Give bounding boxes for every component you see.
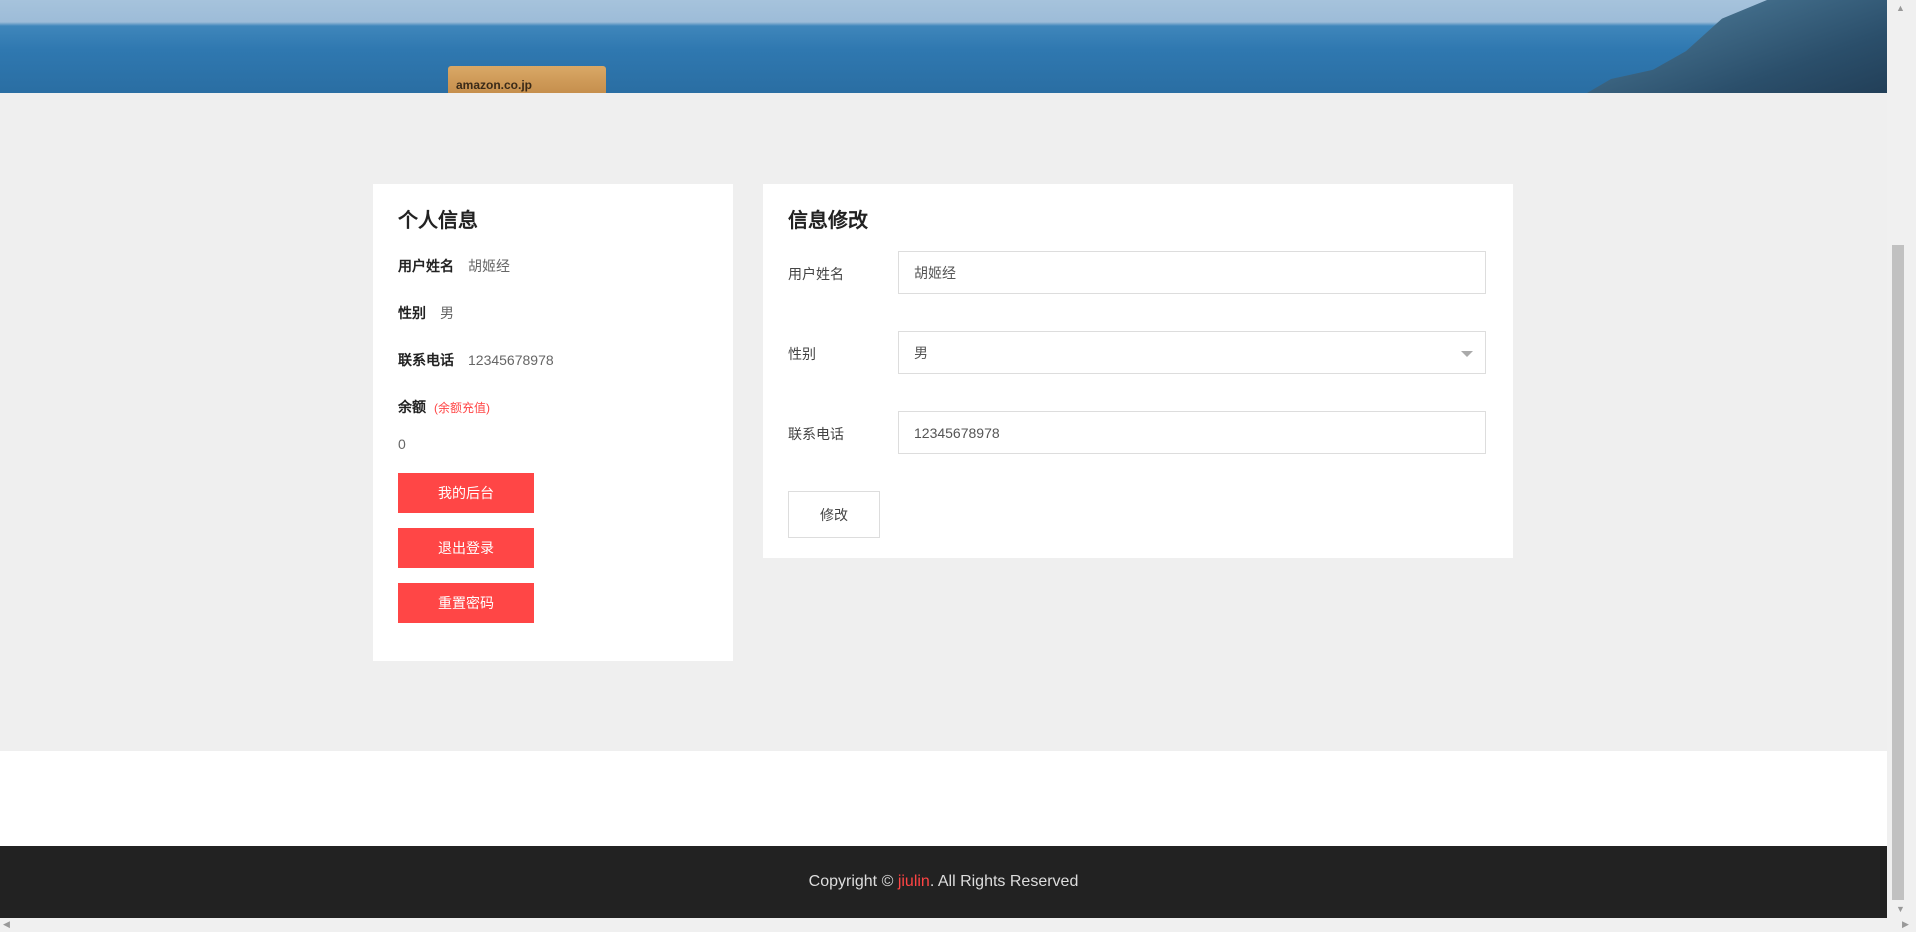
profile-gender-label: 性别 [398, 305, 426, 321]
footer-spacer [0, 751, 1887, 846]
footer-copyright-prefix: Copyright © [808, 873, 894, 890]
edit-username-label: 用户姓名 [788, 266, 844, 282]
profile-balance-label: 余额 [398, 399, 426, 415]
profile-gender-row: 性别男 [398, 303, 454, 323]
reset-password-button[interactable]: 重置密码 [398, 583, 534, 623]
profile-phone-label: 联系电话 [398, 352, 454, 368]
footer-brand-link[interactable]: jiulin [898, 873, 930, 891]
scroll-right-icon[interactable]: ▶ [1902, 919, 1909, 930]
profile-title: 个人信息 [398, 210, 478, 232]
scroll-left-icon[interactable]: ◀ [3, 919, 10, 930]
edit-phone-input[interactable]: 12345678978 [898, 411, 1486, 454]
scroll-up-icon[interactable]: ▲ [1896, 3, 1905, 13]
profile-username-row: 用户姓名 胡姬经 [398, 256, 510, 276]
vertical-scrollbar-thumb[interactable] [1892, 245, 1904, 900]
edit-phone-label: 联系电话 [788, 426, 844, 442]
edit-title: 信息修改 [788, 210, 868, 232]
chevron-down-icon [1461, 351, 1473, 357]
edit-username-input[interactable]: 胡姬经 [898, 251, 1486, 294]
banner-mountain [1587, 0, 1887, 93]
profile-phone-value: 12345678978 [468, 352, 554, 368]
footer-copyright-suffix: . All Rights Reserved [929, 873, 1079, 890]
edit-panel: 信息修改 用户姓名 胡姬经 性别 男 联系电话 12345678978 修改 [763, 184, 1513, 558]
hero-banner: amazon.co.jp [0, 0, 1887, 93]
profile-balance-value: 0 [398, 436, 406, 452]
edit-gender-selected: 男 [914, 344, 928, 361]
banner-package-label: amazon.co.jp [456, 78, 533, 92]
logout-button[interactable]: 退出登录 [398, 528, 534, 568]
profile-balance-row: 余额 (余额充值) [398, 397, 490, 417]
submit-edit-button[interactable]: 修改 [788, 491, 880, 538]
my-dashboard-button[interactable]: 我的后台 [398, 473, 534, 513]
footer: Copyright © jiulin. All Rights Reserved [0, 846, 1887, 918]
profile-username-value: 胡姬经 [468, 258, 510, 274]
edit-gender-label: 性别 [788, 346, 816, 362]
profile-gender-value: 男 [440, 305, 454, 321]
profile-panel: 个人信息 用户姓名 胡姬经 性别男 联系电话 12345678978 余额 (余额充值… [373, 184, 733, 661]
profile-username-label: 用户姓名 [398, 258, 454, 274]
horizontal-scrollbar[interactable]: ◀ ▶ [0, 918, 1916, 932]
edit-gender-select[interactable]: 男 [898, 331, 1486, 374]
scroll-down-icon[interactable]: ▼ [1896, 904, 1905, 914]
recharge-link[interactable]: (余额充值) [434, 401, 490, 415]
profile-phone-row: 联系电话 12345678978 [398, 350, 554, 370]
vertical-scrollbar[interactable]: ▲ ▼ [1887, 0, 1916, 918]
banner-package-image: amazon.co.jp [448, 66, 606, 93]
